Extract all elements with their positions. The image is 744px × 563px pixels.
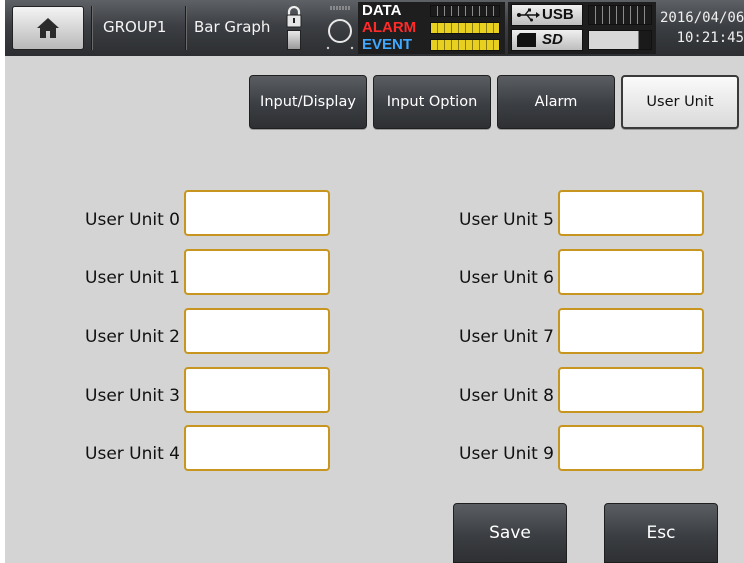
tab-input-option[interactable]: Input Option	[373, 75, 491, 129]
status-divider	[185, 6, 186, 50]
usb-meter	[588, 5, 652, 25]
user-unit-9-label: User Unit 9	[459, 444, 554, 464]
alarm-label: ALARM	[362, 19, 417, 36]
user-unit-5-label: User Unit 5	[459, 210, 554, 230]
user-unit-6-field[interactable]	[558, 249, 704, 295]
user-unit-8-label: User Unit 8	[459, 386, 554, 406]
sd-card-slot: SD	[511, 29, 583, 51]
user-unit-7-label: User Unit 7	[459, 327, 554, 347]
data-meter	[430, 5, 500, 17]
storage-status-panel: USB SD	[508, 2, 656, 54]
user-unit-3-label: User Unit 3	[85, 386, 180, 406]
clock: 2016/04/06 10:21:45	[660, 8, 744, 48]
tab-user-unit[interactable]: User Unit	[621, 75, 739, 129]
user-unit-3-field[interactable]	[184, 367, 330, 413]
group-label[interactable]: GROUP1	[103, 18, 166, 36]
user-unit-7-field[interactable]	[558, 308, 704, 354]
user-unit-4-label: User Unit 4	[85, 444, 180, 464]
user-unit-1-field[interactable]	[184, 249, 330, 295]
esc-button[interactable]: Esc	[604, 503, 718, 563]
user-unit-6-label: User Unit 6	[459, 268, 554, 288]
event-meter	[430, 39, 500, 51]
usb-slot: USB	[511, 4, 583, 26]
home-icon	[37, 18, 59, 38]
time-display: 10:21:45	[676, 30, 744, 46]
user-unit-2-label: User Unit 2	[85, 327, 180, 347]
user-unit-settings-screen: GROUP1 Bar Graph DATA ALARM EVENT USB SD…	[5, 0, 744, 563]
memory-status-panel: DATA ALARM EVENT	[358, 2, 505, 54]
display-mode-label[interactable]: Bar Graph	[194, 18, 270, 36]
usb-label: USB	[542, 6, 574, 23]
sd-card-meter	[588, 30, 652, 50]
ring-icon	[326, 6, 354, 50]
tab-input-display[interactable]: Input/Display	[249, 75, 367, 129]
lock-status-indicator	[287, 30, 301, 50]
user-unit-5-field[interactable]	[558, 190, 704, 236]
user-unit-0-field[interactable]	[184, 190, 330, 236]
alarm-meter	[430, 22, 500, 34]
user-unit-1-label: User Unit 1	[85, 268, 180, 288]
usb-icon	[517, 8, 540, 22]
save-button[interactable]: Save	[453, 503, 567, 563]
tab-alarm[interactable]: Alarm	[497, 75, 615, 129]
sd-label: SD	[542, 31, 563, 48]
user-unit-4-field[interactable]	[184, 425, 330, 471]
user-unit-2-field[interactable]	[184, 308, 330, 354]
user-unit-8-field[interactable]	[558, 367, 704, 413]
event-label: EVENT	[362, 36, 413, 53]
data-label: DATA	[362, 2, 402, 19]
sd-card-icon	[517, 33, 536, 47]
status-divider	[91, 6, 92, 50]
user-unit-0-label: User Unit 0	[85, 210, 180, 230]
home-button[interactable]	[12, 6, 84, 50]
lock-icon	[286, 6, 302, 28]
status-bar: GROUP1 Bar Graph DATA ALARM EVENT USB SD…	[5, 0, 744, 56]
date-display: 2016/04/06	[660, 10, 744, 26]
user-unit-9-field[interactable]	[558, 425, 704, 471]
